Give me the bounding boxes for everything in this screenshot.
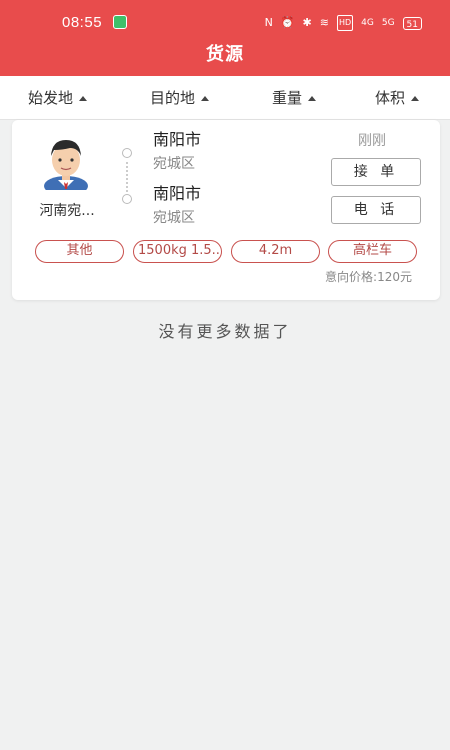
destination-district: 宛城区 <box>153 210 195 226</box>
destination-dot-icon <box>122 194 132 204</box>
nfc-icon: N <box>264 16 273 29</box>
call-button[interactable]: 电 话 <box>331 196 421 224</box>
filter-origin-label: 始发地 <box>28 89 74 107</box>
filter-volume-label: 体积 <box>375 89 406 107</box>
origin-district: 宛城区 <box>153 156 195 172</box>
posted-time: 刚刚 <box>358 133 386 149</box>
expected-price: 意向价格:120元 <box>325 270 412 284</box>
signal-icon: 4G <box>361 18 374 28</box>
avatar <box>44 140 88 190</box>
filter-origin[interactable]: 始发地 <box>28 76 88 120</box>
app-header: 08:55 N ⏰ ✱ ≋ HD 4G 5G 51 货源 <box>0 0 450 76</box>
tag-cargo-type: 其他 <box>35 240 124 263</box>
shipper-name: 河南宛... <box>39 203 95 219</box>
route-line <box>120 148 134 204</box>
battery-icon: 51 <box>402 16 422 30</box>
sort-up-icon <box>79 95 88 101</box>
filter-destination-label: 目的地 <box>150 89 196 107</box>
filter-bar: 始发地 目的地 重量 体积 <box>0 76 450 120</box>
hd-icon: HD <box>336 15 354 31</box>
sort-up-icon <box>201 95 210 101</box>
origin-dot-icon <box>122 148 132 158</box>
wifi-icon: ≋ <box>319 16 329 29</box>
filter-weight[interactable]: 重量 <box>272 76 317 120</box>
destination-city: 南阳市 <box>153 184 202 203</box>
sort-up-icon <box>411 95 420 101</box>
tag-truck-type: 高栏车 <box>328 240 417 263</box>
page-title: 货源 <box>206 44 244 65</box>
tag-weight-volume: 1500kg 1.5... <box>133 240 222 263</box>
cargo-listing-card[interactable]: 河南宛... 南阳市 宛城区 南阳市 宛城区 刚刚 接 单 电 话 其他 150… <box>12 120 440 300</box>
signal-icon-2: 5G <box>381 18 395 28</box>
bluetooth-icon: ✱ <box>302 16 312 29</box>
app-notification-icon <box>113 15 127 29</box>
alarm-icon: ⏰ <box>280 16 295 29</box>
status-time: 08:55 <box>62 14 103 31</box>
origin-city: 南阳市 <box>153 130 202 149</box>
accept-order-button[interactable]: 接 单 <box>331 158 421 186</box>
sort-up-icon <box>308 95 317 101</box>
status-bar: 08:55 N ⏰ ✱ ≋ HD 4G 5G 51 <box>0 0 450 42</box>
filter-destination[interactable]: 目的地 <box>150 76 210 120</box>
route-connector <box>126 162 128 192</box>
filter-volume[interactable]: 体积 <box>375 76 420 120</box>
no-more-data-text: 没有更多数据了 <box>158 322 292 341</box>
tag-truck-length: 4.2m <box>231 240 320 263</box>
status-icons: N ⏰ ✱ ≋ HD 4G 5G 51 <box>265 15 422 31</box>
filter-weight-label: 重量 <box>272 89 303 107</box>
